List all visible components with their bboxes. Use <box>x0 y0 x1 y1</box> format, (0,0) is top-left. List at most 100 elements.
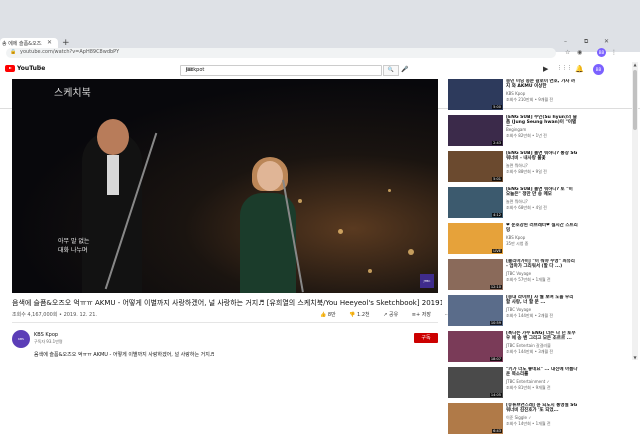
recommendation-title[interactable]: [ENG SUB] 놀면 뭐하니? 통장 SG 워너비 - 내사랑 불꽃 <box>506 151 578 162</box>
recommendation-channel[interactable]: JTBC Voyage <box>506 307 531 312</box>
recommendation-title[interactable]: ❤ 눈호강된 러브레터❤ 실시간 스트리밍 <box>506 223 578 234</box>
recommendation-thumbnail[interactable]: 12:10 <box>448 259 503 290</box>
recommendation-thumbnail[interactable]: 2:43 <box>448 115 503 146</box>
dislike-button[interactable]: 👎 1.2천 <box>349 312 375 318</box>
dislike-count: 1.2천 <box>357 312 370 318</box>
recommendation-views: 조회수 81만회 • 9개월 전 <box>506 385 551 390</box>
recommendation-title[interactable]: [ENG SUB] 놀면 뭐하니? 토 "이 오늘은" 정만 만 송 메모 <box>506 187 578 198</box>
singer-male-head <box>97 119 129 155</box>
light <box>368 269 372 273</box>
recommendation-item[interactable]: 14:05 "키가 너도 좋네요" ... 대신에 아름다운 목소리를 JTBC E… <box>448 366 598 400</box>
extension-icon[interactable]: ◉ <box>577 49 582 56</box>
recommendation-title[interactable]: [송대 라이브] 자 뭘 보며 노을 우리 할 사랑, 너 할 문 ... <box>506 295 578 306</box>
recommendation-item[interactable]: 18:07 [혹나는 가수 ENG] 너는 나 넌 토무 우 에 송 벤 그리고 … <box>448 330 598 364</box>
recommendation-views: 35만 시청 중 <box>506 241 529 246</box>
star-icon[interactable]: ☆ <box>565 49 570 56</box>
video-duration: 6:43 <box>492 429 502 433</box>
recommendation-item[interactable]: 5:00 송민 미닝 송문 갈로이 연호, 가사 까지 와 AKMU 이상한 KBS… <box>448 78 598 112</box>
recommendation-views: 조회수 144만회 • 3개월 전 <box>506 349 554 354</box>
video-duration: 5:00 <box>492 105 502 109</box>
account-avatar[interactable]: BB <box>593 64 604 75</box>
save-button[interactable]: ≡+ 저장 <box>412 312 437 318</box>
new-tab-button[interactable]: + <box>62 38 70 48</box>
recommendation-title[interactable]: [혹나는 가수 ENG] 너는 나 넌 토무 우 에 송 벤 그리고 모든 조르… <box>506 331 578 342</box>
recommendation-thumbnail[interactable]: 18:07 <box>448 331 503 362</box>
youtube-logo-icon[interactable] <box>5 65 15 72</box>
channel-name[interactable]: KBS Kpop <box>34 332 58 338</box>
notifications-icon[interactable]: 🔔 <box>575 65 584 73</box>
subscribe-button[interactable]: 구독 <box>414 333 438 343</box>
video-meta: 조회수 4,167,000회 • 2019. 12. 21. <box>12 312 97 318</box>
video-duration: 18:07 <box>489 357 502 361</box>
recommendation-item[interactable]: 6:43 [유튜브연스레] 윤 되도지 통영설 SG 워너비 김진호가 '또 되었… <box>448 402 598 436</box>
minimize-button[interactable]: – <box>564 38 567 45</box>
recommendation-views: 조회수 57만회 • 1개월 전 <box>506 277 551 282</box>
maximize-button[interactable]: ⧉ <box>584 38 588 46</box>
recommendation-views: 조회수 82만회 • 1년 전 <box>506 133 547 138</box>
recommendation-views: 조회수 68만회 • 4일 전 <box>506 205 547 210</box>
page-scrollbar[interactable]: ▲ ▼ <box>632 62 638 360</box>
recommendation-thumbnail[interactable]: 14:05 <box>448 367 503 398</box>
scroll-thumb[interactable] <box>633 70 637 130</box>
profile-avatar[interactable]: BB <box>597 48 606 57</box>
video-duration: 4:12 <box>492 213 502 217</box>
video-duration: 12:10 <box>489 285 502 289</box>
omnibox[interactable]: 🔒 youtube.com/watch?v=ApH89C8wdbPY <box>6 48 556 58</box>
stage-lights <box>278 159 438 289</box>
recommendation-title[interactable]: [ENG SUB] 수인(Su hyun)의 슬픔 (Jung Seung hw… <box>506 115 578 126</box>
recommendation-channel[interactable]: JTBC Voyage <box>506 271 531 276</box>
singer-female-head <box>257 161 283 191</box>
create-icon[interactable]: ▶ <box>543 65 548 73</box>
recommendation-title[interactable]: 송민 미닝 송문 갈로이 연호, 가사 까지 와 AKMU 이상한 <box>506 79 578 90</box>
save-label: 저장 <box>421 312 431 318</box>
mic-icon[interactable]: 🎤 <box>401 66 408 73</box>
divider <box>12 322 438 323</box>
recommendation-thumbnail[interactable]: LIVE <box>448 223 503 254</box>
recommendation-title[interactable]: [유튜브연스레] 윤 되도지 통영설 SG 워너비 김진호가 '또 되었... <box>506 403 578 414</box>
light <box>408 249 414 255</box>
recommendation-channel[interactable]: JTBC Entertainment ✓ <box>506 379 550 384</box>
recommendation-item[interactable]: 10:59 [송대 라이브] 자 뭘 보며 노을 우리 할 사랑, 너 할 문 .… <box>448 294 598 328</box>
recommendation-item[interactable]: LIVE ❤ 눈호강된 러브레터❤ 실시간 스트리밍 KBS Kpop 35만 시청 … <box>448 222 598 256</box>
recommendation-item[interactable]: 4:12 [ENG SUB] 놀면 뭐하니? 토 "이 오늘은" 정만 만 송 메… <box>448 186 598 220</box>
channel-watermark[interactable]: JTBC <box>420 274 434 288</box>
channel-avatar[interactable]: KBS <box>12 330 30 348</box>
recommendation-item[interactable]: 5:01 [ENG SUB] 놀면 뭐하니? 통장 SG 워너비 - 내사랑 불꽃… <box>448 150 598 184</box>
scroll-down-arrow[interactable]: ▼ <box>632 355 638 360</box>
tab-close-icon[interactable]: ✕ <box>47 39 52 46</box>
apps-icon[interactable]: ⋮⋮⋮ <box>557 65 572 71</box>
recommendation-channel[interactable]: KBS Kpop <box>506 91 525 96</box>
recommendation-thumbnail[interactable]: 10:59 <box>448 295 503 326</box>
show-logo: 스케치북 <box>54 88 91 99</box>
scroll-up-arrow[interactable]: ▲ <box>632 62 638 67</box>
recommendation-thumbnail[interactable]: 4:12 <box>448 187 503 218</box>
keyboard-icon[interactable]: ⌨ <box>186 67 193 73</box>
recommendation-channel[interactable]: KBS Kpop <box>506 235 525 240</box>
search-icon: 🔍 <box>387 67 395 73</box>
recommendation-thumbnail[interactable]: 5:01 <box>448 151 503 182</box>
video-duration: 2:43 <box>492 141 502 145</box>
url-text[interactable]: youtube.com/watch?v=ApH89C8wdbPY <box>20 49 119 55</box>
menu-icon[interactable]: ⋮ <box>611 49 617 56</box>
video-description: 음색에 슬픔&오즈오 억ㅠㅠ AKMU - 어떻게 이별까지 사랑하겠어, 널 … <box>34 352 215 358</box>
share-button[interactable]: ↗ 공유 <box>383 312 404 318</box>
region-label: KR <box>37 64 42 68</box>
search-button[interactable]: 🔍 <box>383 65 399 76</box>
like-button[interactable]: 👍 8만 <box>320 312 342 318</box>
recommendation-views: 조회수 144만회 • 2개월 전 <box>506 313 554 318</box>
recommendation-channel[interactable]: Begingam <box>506 127 526 132</box>
youtube-header: YouTube KR Jackpot ⌨ 🔍 🎤 ▶ ⋮⋮⋮ 🔔 BB <box>0 62 640 78</box>
recommendation-thumbnail[interactable]: 6:43 <box>448 403 503 434</box>
recommendation-item[interactable]: 2:43 [ENG SUB] 수인(Su hyun)의 슬픔 (Jung Seun… <box>448 114 598 148</box>
search-input[interactable]: Jackpot ⌨ <box>180 65 382 76</box>
recommendation-title[interactable]: "키가 너도 좋네요" ... 대신에 아름다운 목소리를 <box>506 367 578 378</box>
recommendation-item[interactable]: 12:10 [클리마가이] "이 뭐야 수영" 최유리 - 엄마가 그리워서 (할… <box>448 258 598 292</box>
subtitle-text: 아무 말 없는 대화 나누며 <box>58 237 118 255</box>
close-window-button[interactable]: ✕ <box>604 38 609 45</box>
video-actions: 👍 8만 👎 1.2천 ↗ 공유 ≡+ 저장 ··· <box>320 311 455 318</box>
recommendation-title[interactable]: [클리마가이] "이 뭐야 수영" 최유리 - 엄마가 그리워서 (할 다 ..… <box>506 259 578 270</box>
browser-tab-strip: 송 에에 슬픔&오즈오 벽ㅠㅠ ✕ + – ⧉ ✕ <box>0 0 640 52</box>
recommendation-thumbnail[interactable]: 5:00 <box>448 79 503 110</box>
recommendation-views: 조회수 88만회 • 9일 전 <box>506 169 547 174</box>
video-player[interactable]: 스케치북 아무 말 없는 대화 나누며 JTBC <box>12 79 438 293</box>
